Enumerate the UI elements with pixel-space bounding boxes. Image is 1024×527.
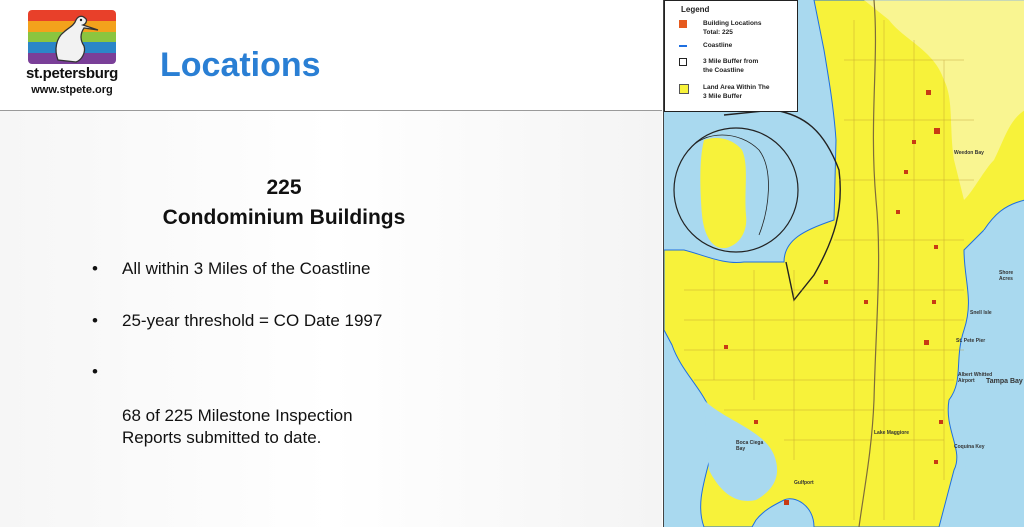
bullet-text: 68 of 225 Milestone Inspection Reports s… [122, 406, 353, 447]
page-title: Locations [160, 46, 321, 84]
bullet-text: All within 3 Miles of the Coastline [122, 259, 371, 278]
legend-label: Coastline [703, 42, 733, 49]
bullet-item: • 25-year threshold = CO Date 1997 [92, 310, 572, 332]
bullet-item: • 68 of 225 Milestone Inspection Reports… [92, 361, 572, 449]
slide-panel: st.petersburg www.stpete.org Locations 2… [0, 0, 662, 527]
bullet-list: • All within 3 Miles of the Coastline • … [92, 258, 572, 449]
bullet-marker: • [92, 362, 98, 381]
land-swatch-icon [679, 84, 689, 94]
legend-label: 3 Mile Buffer from the Coastline [703, 58, 759, 74]
map-legend: Legend Building Locations Total: 225 Coa… [664, 0, 798, 112]
st-petersburg-logo: st.petersburg www.stpete.org [18, 10, 126, 102]
locations-map: Legend Building Locations Total: 225 Coa… [663, 0, 1024, 527]
bullet-marker: • [92, 259, 98, 278]
place-label: Snell Isle [970, 310, 992, 316]
inset-land [700, 138, 747, 249]
logo-url: www.stpete.org [31, 84, 113, 96]
place-label: Coquina Key [954, 444, 985, 450]
building-type-heading: Condominium Buildings [162, 206, 406, 229]
building-count: 225 [266, 176, 302, 199]
pelican-icon [55, 15, 99, 63]
slide-header: st.petersburg www.stpete.org Locations [0, 0, 662, 111]
place-label: Gulfport [794, 480, 814, 486]
legend-label: Building Locations Total: 225 [703, 20, 762, 36]
legend-label: Land Area Within The 3 Mile Buffer [703, 84, 770, 100]
logo-name: st.petersburg [26, 65, 118, 82]
place-label: Shore Acres [999, 270, 1014, 282]
buffer-swatch-icon [679, 58, 687, 66]
place-label: St. Pete Pier [956, 338, 986, 344]
bullet-text: 25-year threshold = CO Date 1997 [122, 311, 383, 330]
place-label: Weedon Bay [954, 150, 984, 156]
building-swatch-icon [679, 20, 687, 28]
coastline-swatch-icon [679, 45, 687, 47]
legend-title: Legend [681, 5, 710, 14]
place-label: Boca Ciega Bay [736, 440, 764, 452]
bullet-item: • All within 3 Miles of the Coastline [92, 258, 572, 280]
logo-stripes [28, 10, 116, 64]
place-label: Tampa Bay [986, 378, 1023, 385]
place-label: Lake Maggiore [874, 430, 910, 436]
bullet-marker: • [92, 311, 98, 330]
